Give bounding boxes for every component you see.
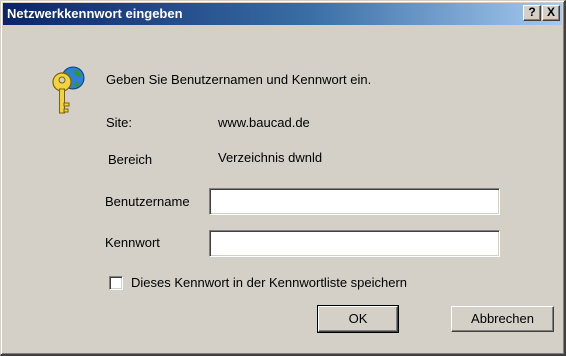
title-bar: Netzwerkkennwort eingeben ? X: [3, 3, 562, 25]
realm-label: Bereich: [108, 152, 153, 167]
close-button[interactable]: X: [542, 5, 560, 21]
username-field[interactable]: [209, 188, 500, 215]
username-label: Benutzername: [105, 194, 190, 209]
help-button[interactable]: ?: [523, 5, 541, 21]
key-globe-icon: [52, 66, 85, 114]
password-field[interactable]: [209, 230, 500, 257]
realm-value: Verzeichnis dwnld: [218, 150, 323, 165]
password-dialog: Netzwerkkennwort eingeben ? X Geben Sie …: [0, 0, 566, 356]
save-password-label[interactable]: Dieses Kennwort in der Kennwortliste spe…: [131, 275, 407, 290]
site-label: Site:: [106, 115, 133, 130]
save-password-checkbox[interactable]: [109, 276, 123, 290]
password-label: Kennwort: [105, 235, 160, 250]
site-value: www.baucad.de: [218, 115, 310, 130]
window-title: Netzwerkkennwort eingeben: [7, 6, 183, 21]
ok-button[interactable]: OK: [317, 305, 399, 333]
cancel-button[interactable]: Abbrechen: [451, 306, 554, 332]
prompt-text: Geben Sie Benutzernamen und Kennwort ein…: [106, 72, 372, 87]
